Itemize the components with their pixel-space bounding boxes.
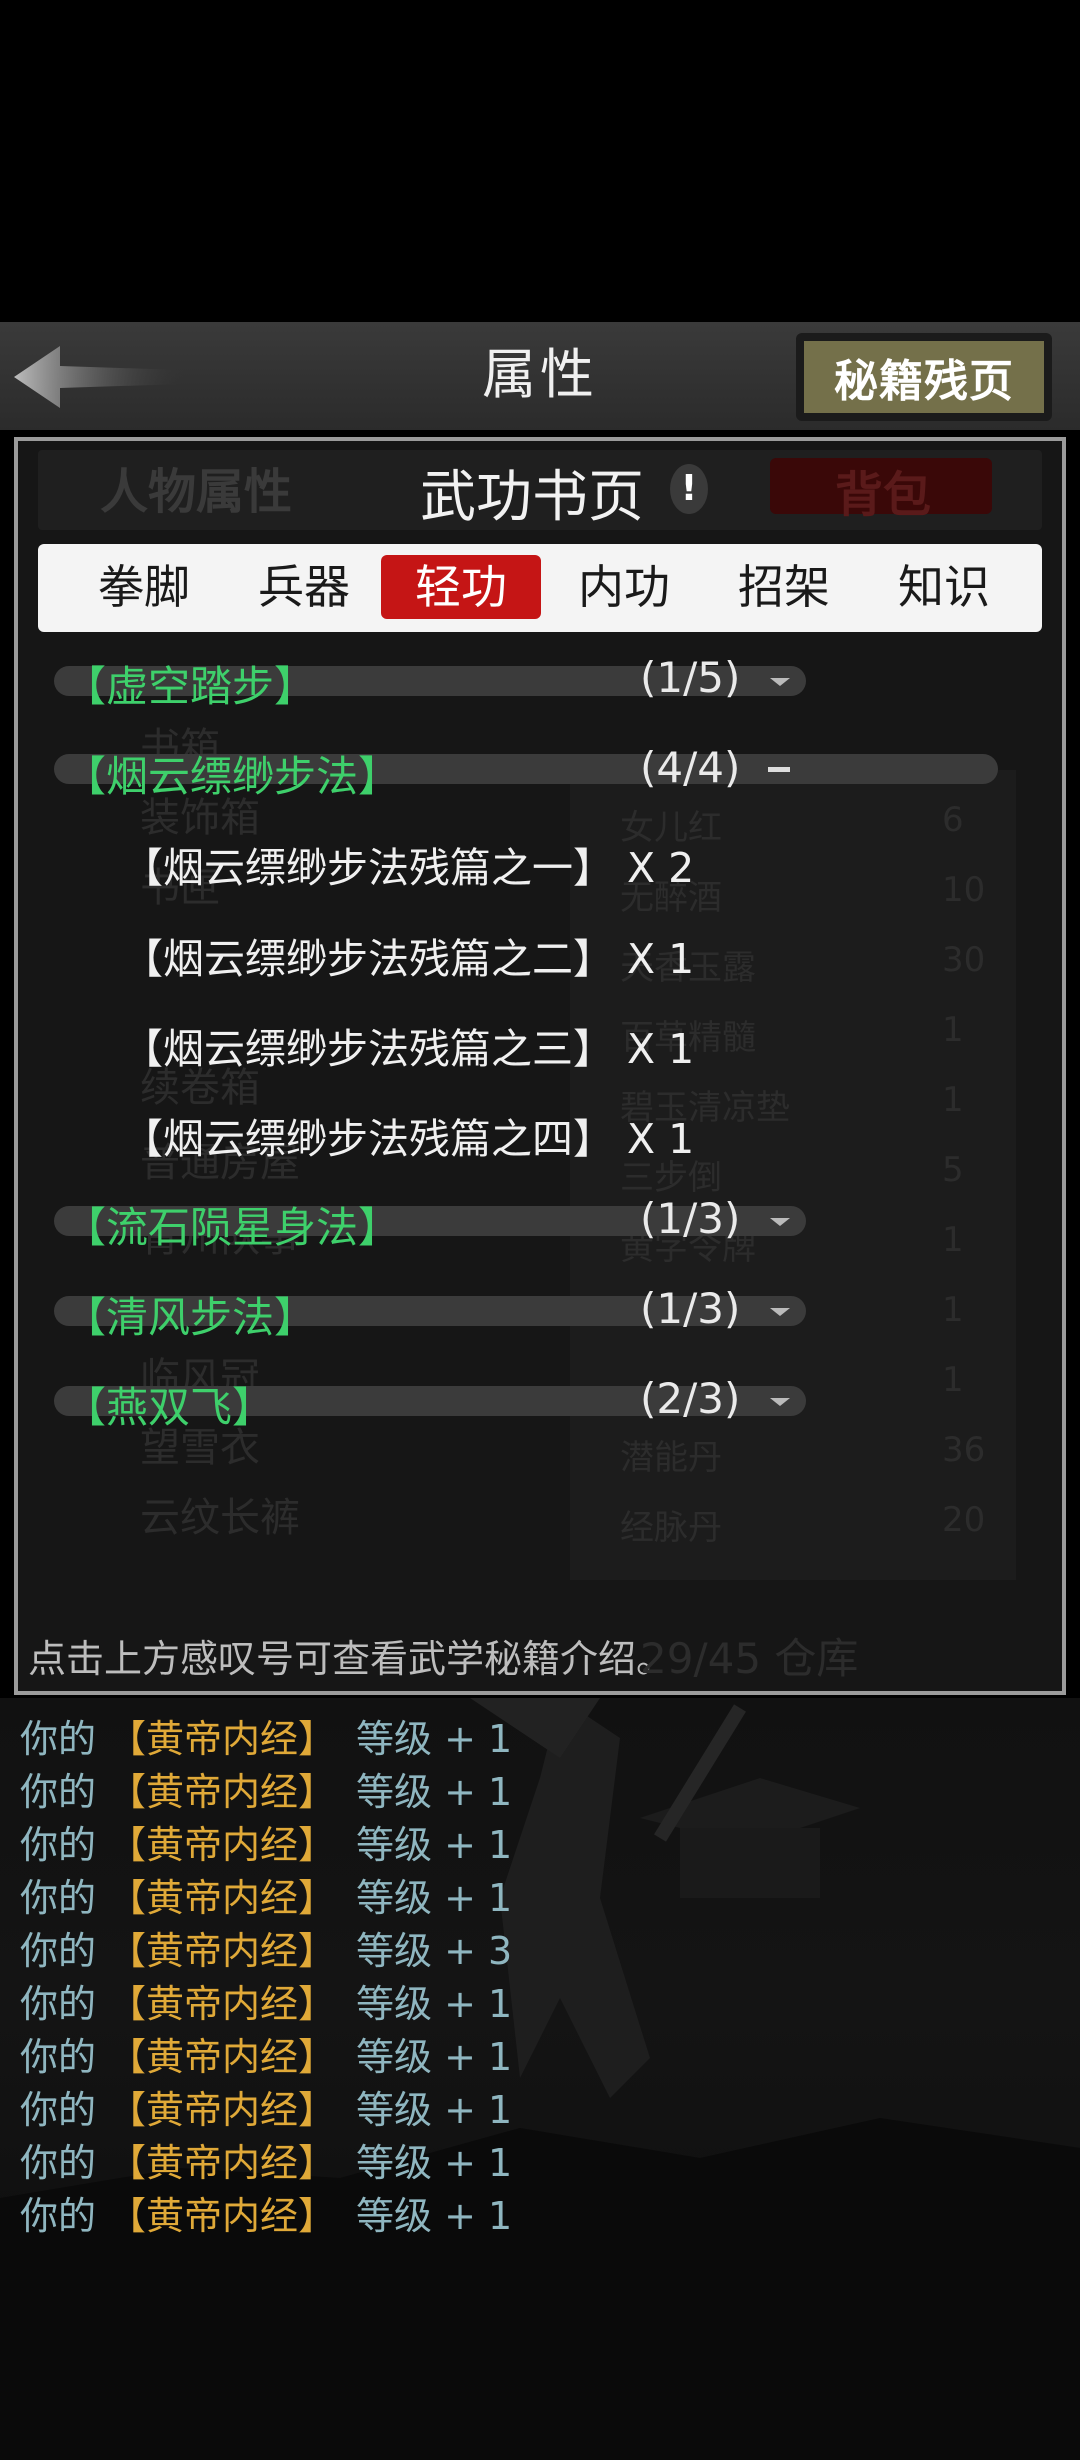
secret-fragments-button[interactable]: 秘籍残页: [796, 333, 1052, 421]
log-level-change: 等级 + 1: [356, 2035, 513, 2079]
fragment-item: 【烟云缥缈步法残篇之二】 X 1: [122, 935, 695, 983]
tab-inner[interactable]: 内功: [558, 555, 690, 619]
background-item-name: 经脉丹: [620, 1508, 722, 1548]
log-line: 你的 【黄帝内经】 等级 + 3: [20, 1920, 512, 1975]
tab-knowledge[interactable]: 知识: [878, 555, 1010, 619]
log-line: 你的 【黄帝内经】 等级 + 1: [20, 1761, 512, 1816]
log-book-name: 【黄帝内经】: [108, 1823, 337, 1867]
group-name[interactable]: 【烟云缥缈步法】: [64, 743, 400, 804]
expand-chevron-icon[interactable]: [770, 676, 790, 688]
group-count: (1/3): [640, 1284, 741, 1333]
log-prefix: 你的: [20, 2088, 97, 2132]
log-line: 你的 【黄帝内经】 等级 + 1: [20, 2185, 512, 2240]
log-book-name: 【黄帝内经】: [108, 2141, 337, 2185]
group-name[interactable]: 【虚空踏步】: [64, 653, 316, 714]
background-item-qty: 36: [942, 1430, 986, 1470]
fragment-item: 【烟云缥缈步法残篇之四】 X 1: [122, 1115, 695, 1163]
background-item-qty: 30: [942, 940, 986, 980]
log-book-name: 【黄帝内经】: [108, 2088, 337, 2132]
martial-pages-title: 武功书页: [420, 465, 644, 530]
expand-chevron-icon[interactable]: [770, 1216, 790, 1228]
log-book-name: 【黄帝内经】: [108, 2035, 337, 2079]
expand-chevron-icon[interactable]: [770, 1306, 790, 1318]
log-line: 你的 【黄帝内经】 等级 + 1: [20, 2026, 512, 2081]
background-item-qty: 1: [942, 1360, 964, 1400]
log-prefix: 你的: [20, 1823, 97, 1867]
character-attributes-tab[interactable]: 人物属性: [100, 452, 292, 522]
log-prefix: 你的: [20, 2141, 97, 2185]
log-book-name: 【黄帝内经】: [108, 2194, 337, 2238]
log-level-change: 等级 + 1: [356, 1876, 513, 1920]
group-name[interactable]: 【清风步法】: [64, 1284, 316, 1345]
fragment-item: 【烟云缥缈步法残篇之三】 X 1: [122, 1025, 695, 1073]
log-prefix: 你的: [20, 1929, 97, 1973]
log-book-name: 【黄帝内经】: [108, 1982, 337, 2026]
background-item-qty: 10: [942, 870, 986, 910]
group-count: (2/3): [640, 1374, 741, 1423]
background-item-name: 潜能丹: [620, 1438, 722, 1478]
log-level-change: 等级 + 1: [356, 2088, 513, 2132]
skill-category-tabs: 拳脚 兵器 轻功 内功 招架 知识: [38, 544, 1042, 632]
log-prefix: 你的: [20, 1717, 97, 1761]
log-prefix: 你的: [20, 1982, 97, 2026]
background-item-qty: 1: [942, 1290, 964, 1330]
log-level-change: 等级 + 1: [356, 1717, 513, 1761]
group-count: (4/4): [640, 743, 741, 792]
log-line: 你的 【黄帝内经】 等级 + 1: [20, 1814, 512, 1869]
log-level-change: 等级 + 1: [356, 1823, 513, 1867]
log-level-change: 等级 + 3: [356, 1929, 513, 1973]
log-book-name: 【黄帝内经】: [108, 1717, 337, 1761]
log-book-name: 【黄帝内经】: [108, 1876, 337, 1920]
log-level-change: 等级 + 1: [356, 2194, 513, 2238]
background-item-qty: 6: [942, 800, 964, 840]
log-prefix: 你的: [20, 1770, 97, 1814]
hint-text: 点击上方感叹号可查看武学秘籍介绍。: [28, 1637, 675, 1681]
group-name[interactable]: 【流石陨星身法】: [64, 1194, 400, 1255]
background-item-qty: 20: [942, 1500, 986, 1540]
group-name[interactable]: 【燕双飞】: [64, 1374, 274, 1435]
background-item-qty: 1: [942, 1080, 964, 1120]
log-line: 你的 【黄帝内经】 等级 + 1: [20, 1973, 512, 2028]
tab-lightness[interactable]: 轻功: [381, 555, 541, 619]
background-item-qty: 5: [942, 1150, 964, 1190]
log-line: 你的 【黄帝内经】 等级 + 1: [20, 2079, 512, 2134]
tab-fist[interactable]: 拳脚: [78, 555, 210, 619]
log-book-name: 【黄帝内经】: [108, 1770, 337, 1814]
bag-tab-label: 背包: [835, 467, 932, 523]
fragment-item: 【烟云缥缈步法残篇之一】 X 2: [122, 844, 695, 892]
background-item-qty: 1: [942, 1010, 964, 1050]
group-count: (1/3): [640, 1194, 741, 1243]
log-level-change: 等级 + 1: [356, 1982, 513, 2026]
status-area: [0, 0, 1080, 322]
tab-weapon[interactable]: 兵器: [238, 555, 370, 619]
expand-chevron-icon[interactable]: [770, 1396, 790, 1408]
collapse-minus-icon[interactable]: [768, 767, 790, 772]
log-line: 你的 【黄帝内经】 等级 + 1: [20, 1708, 512, 1763]
log-level-change: 等级 + 1: [356, 1770, 513, 1814]
log-line: 你的 【黄帝内经】 等级 + 1: [20, 2132, 512, 2187]
log-prefix: 你的: [20, 2194, 97, 2238]
background-item-qty: 1: [942, 1220, 964, 1260]
log-line: 你的 【黄帝内经】 等级 + 1: [20, 1867, 512, 1922]
tab-parry[interactable]: 招架: [718, 555, 850, 619]
log-prefix: 你的: [20, 2035, 97, 2079]
warehouse-counter: 29/45 仓库: [640, 1634, 859, 1683]
secret-fragments-label: 秘籍残页: [804, 341, 1044, 413]
log-book-name: 【黄帝内经】: [108, 1929, 337, 1973]
log-level-change: 等级 + 1: [356, 2141, 513, 2185]
background-item-name: 云纹长裤: [140, 1495, 300, 1541]
group-count: (1/5): [640, 653, 741, 702]
log-prefix: 你的: [20, 1876, 97, 1920]
info-exclamation-icon[interactable]: !: [670, 464, 708, 514]
